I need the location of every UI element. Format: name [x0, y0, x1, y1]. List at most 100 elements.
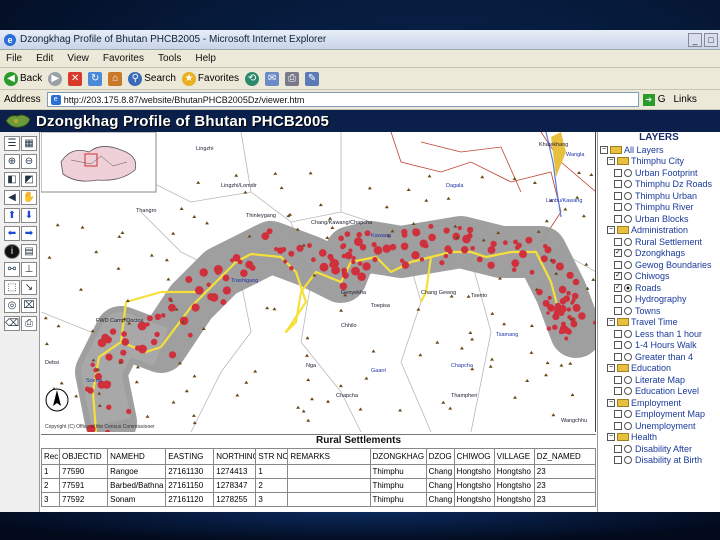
- active-layer-radio[interactable]: [624, 295, 632, 304]
- layer-visibility-checkbox[interactable]: [614, 306, 622, 315]
- settlement-point[interactable]: [476, 256, 483, 263]
- layer-row[interactable]: Education Level: [598, 386, 720, 398]
- active-layer-radio[interactable]: [624, 180, 632, 189]
- active-layer-radio[interactable]: [624, 306, 632, 315]
- layer-group-row[interactable]: − Employment: [598, 397, 720, 409]
- settlement-point[interactable]: [372, 256, 378, 263]
- layer-visibility-checkbox[interactable]: ✓: [614, 272, 622, 281]
- settlement-point[interactable]: [356, 231, 363, 238]
- pan-hand-icon[interactable]: ✋: [21, 190, 37, 205]
- settlement-point[interactable]: [447, 248, 453, 254]
- settlement-point[interactable]: [503, 240, 508, 246]
- layer-row[interactable]: ✓ Roads: [598, 282, 720, 294]
- column-header[interactable]: STR NO: [255, 448, 289, 465]
- settlement-point[interactable]: [511, 267, 517, 272]
- layer-row[interactable]: Hydrography: [598, 294, 720, 306]
- layer-row[interactable]: Urban Blocks: [598, 213, 720, 225]
- column-header[interactable]: NAMEHD: [107, 448, 167, 465]
- settlement-point[interactable]: [338, 235, 344, 242]
- settlement-point[interactable]: [150, 338, 158, 346]
- zoom-full-tool[interactable]: ◧: [4, 172, 20, 187]
- settlement-point[interactable]: [561, 304, 565, 309]
- settlement-point[interactable]: [220, 299, 227, 306]
- forward-button[interactable]: ▶: [48, 71, 63, 86]
- layer-visibility-checkbox[interactable]: [614, 444, 622, 453]
- settlement-point[interactable]: [307, 243, 312, 248]
- column-header[interactable]: DZ_NAMED: [533, 448, 596, 465]
- address-input[interactable]: e http://203.175.8.87/website/BhutanPHCB…: [46, 92, 639, 107]
- settlement-point[interactable]: [470, 246, 476, 251]
- active-layer-radio[interactable]: [624, 168, 632, 177]
- links-label[interactable]: Links: [673, 94, 696, 105]
- pan-north-icon[interactable]: ⬆: [4, 208, 20, 223]
- settlement-point[interactable]: [452, 232, 461, 241]
- layer-row[interactable]: Rural Settlement: [598, 236, 720, 248]
- column-header[interactable]: DZONGKHAG: [369, 448, 427, 465]
- settlement-point[interactable]: [105, 353, 113, 361]
- settlement-point[interactable]: [261, 232, 270, 240]
- settlement-point[interactable]: [525, 236, 533, 244]
- settlement-point[interactable]: [411, 251, 420, 260]
- active-layer-radio[interactable]: [624, 410, 632, 419]
- settlement-point[interactable]: [121, 338, 130, 346]
- map-svg[interactable]: Lingzhi Khatekhang Wangla Lingzhi/Lomdir Tha…: [41, 132, 596, 432]
- column-header[interactable]: DZOG: [425, 448, 455, 465]
- settlement-point[interactable]: [341, 243, 347, 249]
- layer-visibility-checkbox[interactable]: [614, 237, 622, 246]
- settlement-point[interactable]: [564, 336, 569, 341]
- settlement-point[interactable]: [179, 316, 189, 326]
- settlement-point[interactable]: [185, 276, 193, 283]
- pan-south-icon[interactable]: ⬇: [21, 208, 37, 223]
- layer-visibility-checkbox[interactable]: [614, 191, 622, 200]
- settlement-point[interactable]: [419, 257, 425, 262]
- active-layer-radio[interactable]: [624, 249, 632, 258]
- overview-map-tool[interactable]: ▦: [21, 136, 37, 151]
- layer-visibility-checkbox[interactable]: [614, 295, 622, 304]
- expand-collapse-toggle[interactable]: −: [607, 398, 615, 407]
- settlement-point[interactable]: [344, 251, 353, 260]
- settlement-point[interactable]: [401, 261, 410, 269]
- measure-tool[interactable]: ⊥: [21, 262, 37, 277]
- settlement-point[interactable]: [289, 266, 294, 271]
- pan-east-icon[interactable]: ➡: [21, 226, 37, 241]
- layer-visibility-checkbox[interactable]: [614, 456, 622, 465]
- settlement-point[interactable]: [311, 257, 316, 263]
- settlement-point[interactable]: [109, 328, 117, 335]
- menu-tools[interactable]: Tools: [158, 53, 181, 64]
- layer-row[interactable]: Disability at Birth: [598, 455, 720, 467]
- settlement-point[interactable]: [400, 242, 409, 251]
- home-button[interactable]: ⌂: [108, 71, 123, 86]
- settlement-point[interactable]: [206, 282, 211, 287]
- settlement-point[interactable]: [281, 246, 287, 253]
- layer-group-row[interactable]: − All Layers: [598, 144, 720, 156]
- settlement-point[interactable]: [443, 227, 450, 234]
- settlement-point[interactable]: [362, 262, 371, 271]
- layer-visibility-checkbox[interactable]: [614, 352, 622, 361]
- active-layer-radio[interactable]: [624, 352, 632, 361]
- column-header[interactable]: NORTHING: [213, 448, 257, 465]
- settlement-point[interactable]: [160, 313, 166, 318]
- layer-visibility-checkbox[interactable]: [614, 387, 622, 396]
- settlement-point[interactable]: [135, 345, 141, 351]
- layer-group-row[interactable]: − Thimphu City: [598, 156, 720, 168]
- settlement-point[interactable]: [428, 233, 436, 242]
- settlement-point[interactable]: [466, 226, 474, 234]
- settlement-point[interactable]: [560, 321, 566, 327]
- favorites-button[interactable]: ★ Favorites: [181, 71, 239, 86]
- layer-visibility-checkbox[interactable]: ✓: [614, 249, 622, 258]
- layer-row[interactable]: Literate Map: [598, 374, 720, 386]
- settlement-point[interactable]: [213, 265, 223, 274]
- select-rectangle-tool[interactable]: ⬚: [4, 280, 20, 295]
- layer-row[interactable]: ✓ Chiwogs: [598, 271, 720, 283]
- settlement-point[interactable]: [240, 269, 248, 277]
- clear-selection-tool[interactable]: ⌧: [21, 298, 37, 313]
- settlement-point[interactable]: [515, 245, 520, 250]
- search-button[interactable]: ⚲ Search: [128, 71, 176, 86]
- settlement-point[interactable]: [443, 253, 449, 259]
- settlement-point[interactable]: [364, 230, 371, 237]
- settlement-point[interactable]: [283, 259, 288, 264]
- settlement-point[interactable]: [168, 303, 176, 312]
- print-map-icon[interactable]: ⎙: [21, 316, 37, 331]
- settlement-point[interactable]: [555, 302, 561, 309]
- settlement-point[interactable]: [570, 320, 578, 328]
